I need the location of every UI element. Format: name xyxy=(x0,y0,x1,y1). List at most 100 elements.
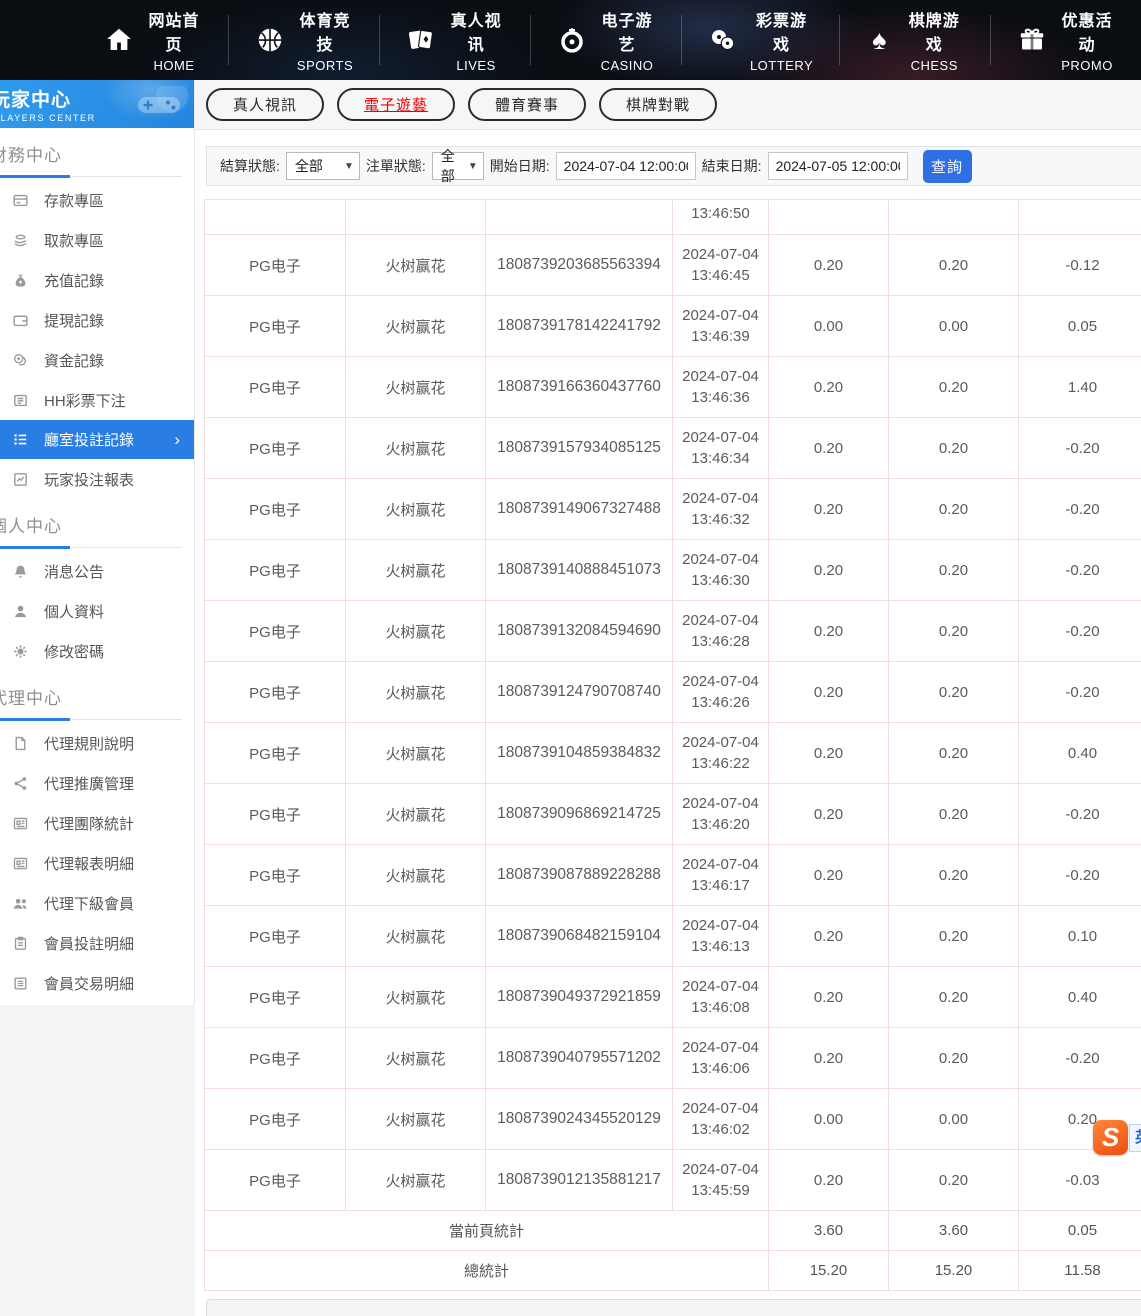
order-status-value: 全部 xyxy=(441,146,462,186)
summary-label: 總統計 xyxy=(205,1251,769,1291)
bet-id-cell: 1808739096869214725 xyxy=(486,784,673,845)
table-row: PG电子火树赢花18087390968692147252024-07-0413:… xyxy=(205,784,1141,845)
main-content: 真人視訊電子遊藝體育賽事棋牌對戰 結算狀態: 全部 ▼ 注單狀態: 全部 ▼ 開… xyxy=(195,80,1141,1316)
nav-lives[interactable]: 真人视讯LIVES xyxy=(379,15,530,65)
tab-live-video[interactable]: 真人視訊 xyxy=(206,88,324,121)
sidebar-item-member-bet-detail[interactable]: 會員投註明細 xyxy=(0,923,194,963)
valid-amount-cell: 0.20 xyxy=(889,662,1019,723)
users-icon xyxy=(12,895,29,912)
sidebar-item-withdraw-area[interactable]: 取款專區 xyxy=(0,220,194,260)
sogou-icon[interactable]: S xyxy=(1093,1120,1128,1155)
cards-icon xyxy=(406,25,436,55)
sidebar-item-hh-lottery-bets[interactable]: HH彩票下注 xyxy=(0,380,194,420)
nav-lottery[interactable]: 彩票游戏LOTTERY xyxy=(681,15,839,65)
game-cell: 火树赢花 xyxy=(346,357,486,418)
table-row: PG电子火树赢花18087391490673274882024-07-0413:… xyxy=(205,479,1141,540)
sidebar-item-announcements[interactable]: 消息公告 xyxy=(0,551,194,591)
spade-icon: ♠ xyxy=(866,25,892,55)
section-divider xyxy=(0,718,182,721)
gamepad-icon xyxy=(128,86,188,122)
sidebar-item-label: 廳室投註記錄 xyxy=(44,429,134,450)
bet-amount-cell: 0.20 xyxy=(769,601,889,662)
valid-amount-cell: 0.20 xyxy=(889,967,1019,1028)
time-cell: 2024-07-0413:46:28 xyxy=(673,601,769,662)
bank-card-icon xyxy=(12,192,29,209)
chevron-right-icon: › xyxy=(174,430,180,450)
order-status-select[interactable]: 全部 ▼ xyxy=(432,152,484,180)
time-cell: 2024-07-0413:45:59 xyxy=(673,1150,769,1211)
valid-amount-cell: 0.20 xyxy=(889,235,1019,296)
table-row: PG电子火树赢花18087391247907087402024-07-0413:… xyxy=(205,662,1141,723)
time-cell: 2024-07-0413:46:30 xyxy=(673,540,769,601)
bet-id-cell: 1808739149067327488 xyxy=(486,479,673,540)
nav-home[interactable]: 网站首页HOME xyxy=(78,15,228,65)
valid-amount-cell: 0.20 xyxy=(889,540,1019,601)
profit-cell: 0.05 xyxy=(1019,296,1141,357)
bet-id-cell: 1808739104859384832 xyxy=(486,723,673,784)
bet-amount-cell xyxy=(769,200,889,235)
tab-board-games[interactable]: 棋牌對戰 xyxy=(599,88,717,121)
game-cell xyxy=(346,200,486,235)
sidebar-item-room-bet-records[interactable]: 廳室投註記錄 › xyxy=(0,420,194,459)
sidebar-item-funds-record[interactable]: 資金記錄 xyxy=(0,340,194,380)
settle-status-label: 結算狀態: xyxy=(220,156,280,176)
bet-amount-cell: 0.20 xyxy=(769,235,889,296)
ime-language-indicator[interactable]: 英 xyxy=(1129,1124,1141,1152)
top-navigation: 网站首页HOME体育竞技SPORTS真人视讯LIVES电子游艺CASINO彩票游… xyxy=(0,0,1141,80)
nav-sports[interactable]: 体育竞技SPORTS xyxy=(228,15,379,65)
provider-cell: PG电子 xyxy=(205,723,346,784)
end-date-input[interactable] xyxy=(768,152,908,180)
filter-bar: 結算狀態: 全部 ▼ 注單狀態: 全部 ▼ 開始日期: 結束日期: 查詢 xyxy=(206,146,1141,186)
sidebar-item-agent-report-detail[interactable]: 代理報表明細 xyxy=(0,843,194,883)
start-date-input[interactable] xyxy=(556,152,696,180)
provider-cell: PG电子 xyxy=(205,479,346,540)
search-button[interactable]: 查詢 xyxy=(923,150,972,183)
gear-icon xyxy=(12,643,29,660)
settle-status-select[interactable]: 全部 ▼ xyxy=(286,152,360,180)
table-row: PG电子火树赢花18087390407955712022024-07-0413:… xyxy=(205,1028,1141,1089)
sidebar-item-profile[interactable]: 個人資料 xyxy=(0,591,194,631)
sidebar-item-withdrawal-record[interactable]: 提現記錄 xyxy=(0,300,194,340)
nav-promo[interactable]: 优惠活动PROMO xyxy=(990,15,1141,65)
sidebar-item-label: 修改密碼 xyxy=(44,641,104,662)
sidebar-item-player-bet-report[interactable]: 玩家投注報表 xyxy=(0,459,194,499)
summary-valid-amount: 15.20 xyxy=(889,1251,1019,1291)
valid-amount-cell: 0.20 xyxy=(889,1028,1019,1089)
provider-cell: PG电子 xyxy=(205,967,346,1028)
valid-amount-cell: 0.00 xyxy=(889,1089,1019,1150)
time-cell: 2024-07-0413:46:06 xyxy=(673,1028,769,1089)
clipboard-icon xyxy=(12,935,29,952)
user-icon xyxy=(12,603,29,620)
profit-cell: -0.03 xyxy=(1019,1150,1141,1211)
bet-id-cell: 1808739049372921859 xyxy=(486,967,673,1028)
sidebar-item-agent-team-stats[interactable]: 代理團隊統計 xyxy=(0,803,194,843)
sidebar-item-member-transaction-detail[interactable]: 會員交易明細 xyxy=(0,963,194,1003)
bet-amount-cell: 0.00 xyxy=(769,1089,889,1150)
bet-id-cell: 1808739140888451073 xyxy=(486,540,673,601)
table-row: PG电子火树赢花18087390121358812172024-07-0413:… xyxy=(205,1150,1141,1211)
sidebar-item-recharge-record[interactable]: 充值記錄 xyxy=(0,260,194,300)
sidebar-item-agent-sub-members[interactable]: 代理下級會員 xyxy=(0,883,194,923)
table-row: PG电子火树赢花18087391408884510732024-07-0413:… xyxy=(205,540,1141,601)
sidebar-item-label: 取款專區 xyxy=(44,230,104,251)
nav-casino[interactable]: 电子游艺CASINO xyxy=(530,15,681,65)
nav-chess[interactable]: ♠棋牌游戏CHESS xyxy=(839,15,990,65)
order-status-label: 注單狀態: xyxy=(366,156,426,176)
tab-sports-events[interactable]: 體育賽事 xyxy=(468,88,586,121)
sidebar-item-deposit-area[interactable]: 存款專區 xyxy=(0,180,194,220)
valid-amount-cell: 0.20 xyxy=(889,723,1019,784)
pagination-bar[interactable] xyxy=(206,1299,1141,1316)
bet-amount-cell: 0.20 xyxy=(769,723,889,784)
profit-cell: 0.40 xyxy=(1019,967,1141,1028)
sidebar-item-agent-promotion[interactable]: 代理推廣管理 xyxy=(0,763,194,803)
nav-promo-label: 优惠活动PROMO xyxy=(1059,7,1115,73)
sidebar-item-label: 代理推廣管理 xyxy=(44,773,134,794)
bet-id-cell: 1808739012135881217 xyxy=(486,1150,673,1211)
sidebar-item-change-password[interactable]: 修改密碼 xyxy=(0,631,194,671)
profit-cell: -0.12 xyxy=(1019,235,1141,296)
valid-amount-cell: 0.20 xyxy=(889,784,1019,845)
table-row-partial: 13:46:50 xyxy=(205,200,1141,235)
sidebar-item-agent-rules[interactable]: 代理規則說明 xyxy=(0,723,194,763)
sidebar: 玩家中心 PLAYERS CENTER 財務中心存款專區取款專區充值記錄提現記錄… xyxy=(0,80,195,1316)
tab-electronic-games[interactable]: 電子遊藝 xyxy=(337,88,455,121)
